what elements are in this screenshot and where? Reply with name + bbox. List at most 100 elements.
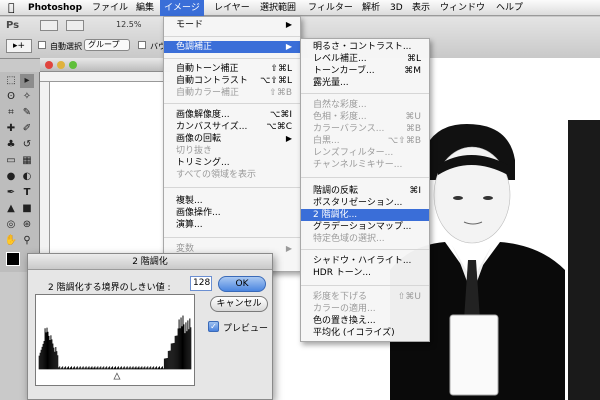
transform-checkbox[interactable] (138, 41, 146, 49)
menu-item-image-rotation[interactable]: 画像の回転 ▶ (164, 133, 300, 145)
move-tool-icon[interactable]: ▸ (20, 74, 34, 88)
menu-item-brightness-contrast[interactable]: 明るさ・コントラスト... (301, 41, 429, 53)
path-select-icon[interactable]: ▲ (4, 202, 18, 216)
menu-item-hdr-toning[interactable]: HDR トーン... (301, 267, 429, 279)
blur-tool-icon[interactable]: ● (4, 170, 18, 184)
dodge-tool-icon[interactable]: ◐ (20, 170, 34, 184)
menu-select[interactable]: 選択範囲 (256, 0, 300, 16)
menu-item-trim[interactable]: トリミング... (164, 157, 300, 169)
menu-item-gradient-map[interactable]: グラデーションマップ... (301, 221, 429, 233)
3d-rotate-icon[interactable]: ◎ (4, 218, 18, 232)
menu-item-apply-image[interactable]: 画像操作... (164, 207, 300, 219)
zoom-tool-icon[interactable]: ⚲ (20, 234, 34, 248)
history-brush-icon[interactable]: ↺ (20, 138, 34, 152)
menu-item-threshold[interactable]: 2 階調化... (301, 209, 429, 221)
minimize-window-button[interactable] (57, 61, 65, 69)
marquee-tool-icon[interactable]: ⬚ (4, 74, 18, 88)
app-menu[interactable]: Photoshop (24, 0, 86, 16)
screen-mode-button[interactable] (40, 20, 58, 31)
tool-preset-picker[interactable]: ▸+ (6, 39, 32, 53)
menu-shortcut: ⌘M (404, 66, 421, 76)
menu-item-curves[interactable]: トーンカーブ... ⌘M (301, 65, 429, 77)
menu-item-levels[interactable]: レベル補正... ⌘L (301, 53, 429, 65)
hand-tool-icon[interactable]: ✋ (4, 234, 18, 248)
menu-item-shadows-highlights[interactable]: シャドウ・ハイライト... (301, 255, 429, 267)
eyedropper-icon[interactable]: ✎ (20, 106, 34, 120)
menu-item-black-white: 白黒... ⌥⇧⌘B (301, 135, 429, 147)
brush-tool-icon[interactable]: ✐ (20, 122, 34, 136)
menu-item-label: カラーバランス... (313, 124, 385, 134)
zoom-window-button[interactable] (69, 61, 77, 69)
menu-item-replace-color[interactable]: 色の置き換え... (301, 315, 429, 327)
menu-filter[interactable]: フィルター (304, 0, 357, 16)
menu-item-equalize[interactable]: 平均化 (イコライズ) (301, 327, 429, 339)
crop-tool-icon[interactable]: ⌗ (4, 106, 18, 120)
close-window-button[interactable] (45, 61, 53, 69)
preview-checkbox[interactable]: ✓ (208, 321, 219, 332)
menu-item-calculations[interactable]: 演算... (164, 219, 300, 231)
menu-item-label: 画像解像度... (176, 110, 230, 120)
menu-item-auto-tone[interactable]: 自動トーン補正 ⇧⌘L (164, 63, 300, 75)
menu-item-match-color: カラーの適用... (301, 303, 429, 315)
cancel-button[interactable]: キャンセル (210, 296, 268, 312)
menu-item-label: グラデーションマップ... (313, 222, 412, 232)
healing-brush-icon[interactable]: ✚ (4, 122, 18, 136)
menu-item-adjustments[interactable]: 色調補正 ▶ (164, 41, 300, 53)
image-menu: モード ▶ 色調補正 ▶ 自動トーン補正 ⇧⌘L 自動コントラスト ⌥⇧⌘L 自動カラー… (163, 16, 301, 272)
menu-item-image-size[interactable]: 画像解像度... ⌥⌘I (164, 109, 300, 121)
menu-item-auto-contrast[interactable]: 自動コントラスト ⌥⇧⌘L (164, 75, 300, 87)
ok-button[interactable]: OK (218, 276, 266, 292)
menu-item-reveal-all: すべての領域を表示 (164, 169, 300, 181)
foreground-color-swatch[interactable] (6, 252, 20, 266)
menu-item-label: 白黒... (313, 136, 340, 146)
menu-item-auto-color: 自動カラー補正 ⇧⌘B (164, 87, 300, 99)
menu-item-channel-mixer: チャンネルミキサー... (301, 159, 429, 171)
hand-tool-button[interactable] (66, 20, 84, 31)
menu-item-crop: 切り抜き (164, 145, 300, 157)
stamp-tool-icon[interactable]: ♣ (4, 138, 18, 152)
menu-view[interactable]: 表示 (408, 0, 434, 16)
menu-item-label: シャドウ・ハイライト... (313, 256, 412, 266)
zoom-level[interactable]: 12.5% (116, 20, 141, 29)
gradient-tool-icon[interactable]: ▦ (20, 154, 34, 168)
menu-help[interactable]: ヘルプ (492, 0, 527, 16)
auto-select-checkbox[interactable] (38, 41, 46, 49)
menu-item-label: 切り抜き (176, 146, 213, 156)
menu-item-mode[interactable]: モード ▶ (164, 19, 300, 31)
menu-image[interactable]: イメージ (160, 0, 204, 16)
menu-item-label: 自動コントラスト (176, 76, 248, 86)
menu-shortcut: ⌘B (405, 124, 421, 134)
menu-3d[interactable]: 3D (386, 0, 407, 16)
menu-file[interactable]: ファイル (88, 0, 132, 16)
eraser-tool-icon[interactable]: ▭ (4, 154, 18, 168)
menu-item-label: ポスタリゼーション... (313, 198, 403, 208)
threshold-slider-handle[interactable] (113, 372, 121, 380)
menu-item-label: 色の置き換え... (313, 316, 376, 326)
menu-window[interactable]: ウィンドウ (436, 0, 489, 16)
menu-item-canvas-size[interactable]: カンバスサイズ... ⌥⌘C (164, 121, 300, 133)
menu-item-invert[interactable]: 階調の反転 ⌘I (301, 185, 429, 197)
threshold-level-input[interactable]: 128 (190, 276, 212, 291)
lasso-tool-icon[interactable]: ʘ (4, 90, 18, 104)
shape-tool-icon[interactable]: ■ (20, 202, 34, 216)
apple-icon[interactable]:  (4, 0, 19, 16)
adjustments-submenu: 明るさ・コントラスト... レベル補正... ⌘L トーンカーブ... ⌘M 露光量… (300, 38, 430, 342)
menu-item-hue-saturation: 色相・彩度... ⌘U (301, 111, 429, 123)
submenu-arrow-icon: ▶ (285, 42, 292, 51)
menu-shortcut: ⌘U (405, 112, 421, 122)
menu-item-label: 2 階調化... (313, 210, 358, 220)
type-tool-icon[interactable]: T (20, 186, 34, 200)
menu-shortcut: ⌘I (409, 186, 421, 196)
menu-edit[interactable]: 編集 (132, 0, 158, 16)
menu-item-exposure[interactable]: 露光量... (301, 77, 429, 89)
menu-item-posterize[interactable]: ポスタリゼーション... (301, 197, 429, 209)
menu-item-label: 自動カラー補正 (176, 88, 240, 98)
menu-item-label: 彩度を下げる (313, 292, 368, 302)
menu-item-duplicate[interactable]: 複製... (164, 195, 300, 207)
magic-wand-icon[interactable]: ✧ (20, 90, 34, 104)
menu-analysis[interactable]: 解析 (358, 0, 384, 16)
3d-camera-icon[interactable]: ⊛ (20, 218, 34, 232)
pen-tool-icon[interactable]: ✒ (4, 186, 18, 200)
menu-layer[interactable]: レイヤー (210, 0, 254, 16)
auto-select-dropdown[interactable]: グループ (84, 39, 130, 51)
